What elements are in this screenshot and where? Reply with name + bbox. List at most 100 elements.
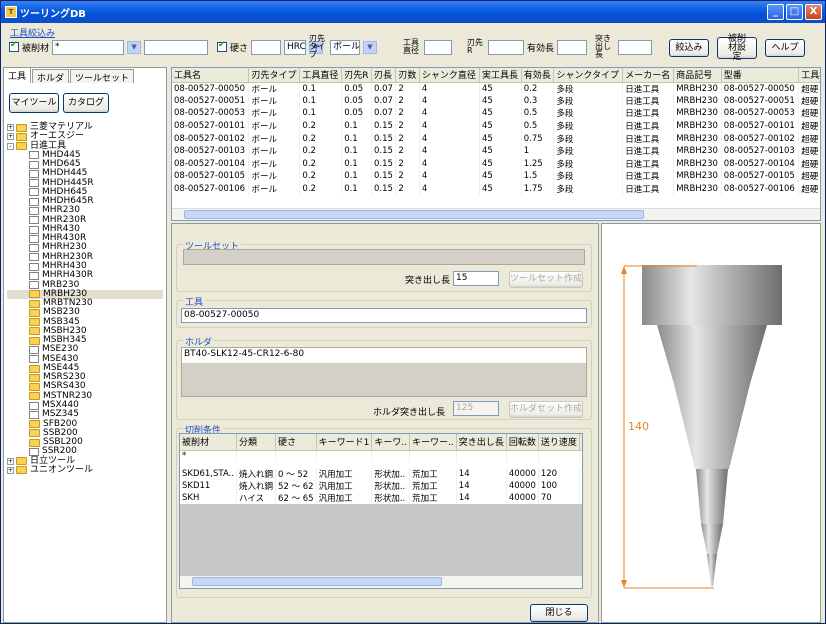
table-row[interactable]: 08-00527-00051 ボール 0.1 0.05 0.07 2 4 45 0.3 多段 日進工… [172, 94, 820, 108]
column-header[interactable]: 突き出し長 [456, 434, 507, 451]
table-cell: 0.5 [521, 119, 555, 133]
table-row[interactable]: SKD11焼入れ鋼52 ～ 62汎用加工形状加..荒加工14400001000.… [180, 480, 582, 492]
column-header[interactable]: 刃先タイプ [248, 68, 301, 83]
tab-tools[interactable]: 工具 [3, 67, 32, 83]
column-header[interactable]: キーワー.. [409, 434, 457, 451]
collapse-icon[interactable]: - [7, 142, 14, 150]
material-checkbox[interactable] [9, 40, 19, 52]
column-header[interactable]: 硬さ [275, 434, 317, 451]
tree-item[interactable]: SSB200 [7, 428, 163, 438]
hardness-unit-select[interactable]: HRC [284, 39, 307, 55]
column-header[interactable]: キーワ.. [371, 434, 411, 451]
new-row[interactable]: * [180, 450, 582, 462]
table-row[interactable]: 08-00527-00104 ボール 0.2 0.1 0.15 2 4 45 1.25 多段 日進工… [172, 157, 820, 171]
column-header[interactable]: 商品記号 [673, 68, 722, 83]
tree-item[interactable]: MSE230 [7, 345, 163, 354]
filter-bar: 工具絞込み 被削材 * ▼ 硬さ HRC ▼ 刃先タイプ ボール ▼ 工具直径 … [3, 25, 823, 63]
table-cell: 超硬 [798, 119, 820, 133]
tool-field[interactable]: 08-00527-00050 [181, 308, 587, 323]
material-extra-field[interactable] [144, 39, 209, 55]
column-header[interactable]: 工具直径 [299, 68, 343, 83]
chevron-down-icon[interactable]: ▼ [127, 40, 142, 54]
document-icon [29, 225, 39, 234]
minimize-button[interactable]: _ [767, 4, 784, 20]
column-header[interactable]: 刃数 [395, 68, 420, 83]
expand-icon[interactable]: + [7, 124, 14, 132]
table-row[interactable]: 08-00527-00103 ボール 0.2 0.1 0.15 2 4 45 1 多段 日進工具 MR… [172, 144, 820, 158]
help-button[interactable]: ヘルプ [765, 39, 805, 57]
column-header[interactable]: シャンク直径 [419, 68, 480, 83]
filter-button[interactable]: 絞込み [669, 39, 709, 57]
create-holder-button[interactable]: ホルダセット作成 [509, 401, 583, 418]
table-cell: 0.2 [521, 82, 555, 95]
table-row[interactable]: 08-00527-00102 ボール 0.2 0.1 0.15 2 4 45 0.75 多段 日進工… [172, 132, 820, 145]
column-header[interactable]: 回転数 [506, 434, 539, 451]
catalog-button[interactable]: カタログ [63, 93, 109, 113]
tree-item[interactable]: MSE430 [7, 354, 163, 364]
column-header[interactable]: 工具材 [798, 68, 820, 83]
blade-r-input[interactable] [488, 39, 524, 55]
column-header[interactable]: キーワード1 [316, 434, 373, 451]
table-row[interactable]: 08-00527-00101 ボール 0.2 0.1 0.15 2 4 45 0.5 多段 日進工具… [172, 119, 820, 133]
tree-item[interactable]: SSBL200 [7, 437, 163, 447]
document-icon [29, 281, 39, 290]
tree-item[interactable]: MSTNR230 [7, 391, 163, 401]
column-header[interactable]: メーカー名 [622, 68, 675, 83]
close-window-button[interactable]: X [805, 4, 822, 20]
material-select[interactable]: * [52, 39, 125, 55]
table-row[interactable]: 08-00527-00053 ボール 0.1 0.05 0.07 2 4 45 0.5 多段 日進工… [172, 107, 820, 120]
horizontal-scrollbar[interactable] [172, 208, 820, 220]
tree-item[interactable]: MHRH430R [7, 270, 163, 280]
tree-item[interactable]: - 日進工具 [7, 141, 163, 151]
hardness-input[interactable] [251, 39, 282, 55]
column-header[interactable]: 被削材 [180, 434, 238, 451]
toolset-protrusion-input[interactable]: 15 [453, 271, 499, 286]
column-header[interactable]: シャンクタイプ [553, 68, 624, 83]
material-setting-button[interactable]: 被削材設定 [717, 34, 757, 61]
maximize-button[interactable]: □ [786, 4, 803, 20]
tree-item[interactable]: + ユニオンツール [7, 465, 163, 475]
column-header[interactable]: 有効長 [521, 68, 555, 83]
table-cell: 日進工具 [622, 170, 675, 183]
close-button[interactable]: 閉じる [530, 604, 588, 622]
tree-item[interactable]: MSBH345 [7, 335, 163, 345]
tree-item[interactable]: SFB200 [7, 419, 163, 429]
table-row[interactable]: 08-00527-00106 ボール 0.2 0.1 0.15 2 4 45 1.75 多段 日進工… [172, 182, 820, 196]
table-row[interactable]: 08-00527-00050 ボール 0.1 0.05 0.07 2 4 45 0.2 多段 日進工… [172, 82, 820, 95]
create-toolset-button[interactable]: ツールセット作成 [509, 271, 583, 288]
column-header[interactable]: 分類 [236, 434, 277, 451]
hardness-checkbox[interactable] [217, 40, 227, 52]
effective-len-input[interactable] [557, 39, 588, 55]
tree-item[interactable]: MHR230R [7, 215, 163, 225]
tab-toolsets[interactable]: ツールセット [70, 69, 135, 84]
column-header[interactable]: 型番 [721, 68, 800, 83]
my-tools-button[interactable]: マイツール [9, 93, 59, 113]
table-row[interactable]: 08-00527-00105 ボール 0.2 0.1 0.15 2 4 45 1.5 多段 日進工具… [172, 170, 820, 183]
column-header[interactable]: 径方向 [579, 434, 582, 451]
table-row[interactable]: SKD61,STA.. 焼入れ鋼 0 ～ 52 汎用加工 形状加.. 荒加工 14 40000… [180, 468, 582, 480]
expand-icon[interactable]: + [7, 457, 14, 465]
chevron-down-icon[interactable]: ▼ [363, 40, 377, 54]
column-header[interactable]: 送り速度 [538, 434, 580, 451]
table-row[interactable]: SKHハイス62 ～ 65汎用加工形状加..荒加工1440000700.0030… [180, 492, 582, 504]
tree-item[interactable]: MSB230 [7, 308, 163, 317]
tree-item[interactable]: MSX440 [7, 400, 163, 410]
column-header[interactable]: 実工具長 [479, 68, 522, 83]
column-header[interactable]: 刃長 [371, 68, 397, 83]
tree-item[interactable]: MHD445 [7, 150, 163, 160]
tool-dia-input[interactable] [424, 39, 452, 55]
expand-icon[interactable]: + [7, 133, 14, 141]
new-row-marker: * [180, 450, 238, 462]
tab-holders[interactable]: ホルダ [32, 69, 70, 84]
tree-item[interactable]: MSZ345 [7, 409, 163, 419]
cutting-scrollbar[interactable] [180, 576, 582, 588]
protrusion-input[interactable] [618, 39, 652, 55]
holder-field[interactable]: BT40-SLK12-45-CR12-6-80 [182, 348, 586, 363]
column-header[interactable]: 工具名 [172, 68, 250, 83]
expand-icon[interactable]: + [7, 466, 14, 474]
tree-item[interactable]: MHDH645R [7, 196, 163, 206]
column-header[interactable]: 刃先R [341, 68, 372, 83]
blade-type-select[interactable]: ボール [330, 39, 360, 55]
holder-protrusion-input[interactable]: 125 [453, 401, 499, 416]
tree-item[interactable]: MRBTN230 [7, 298, 163, 308]
